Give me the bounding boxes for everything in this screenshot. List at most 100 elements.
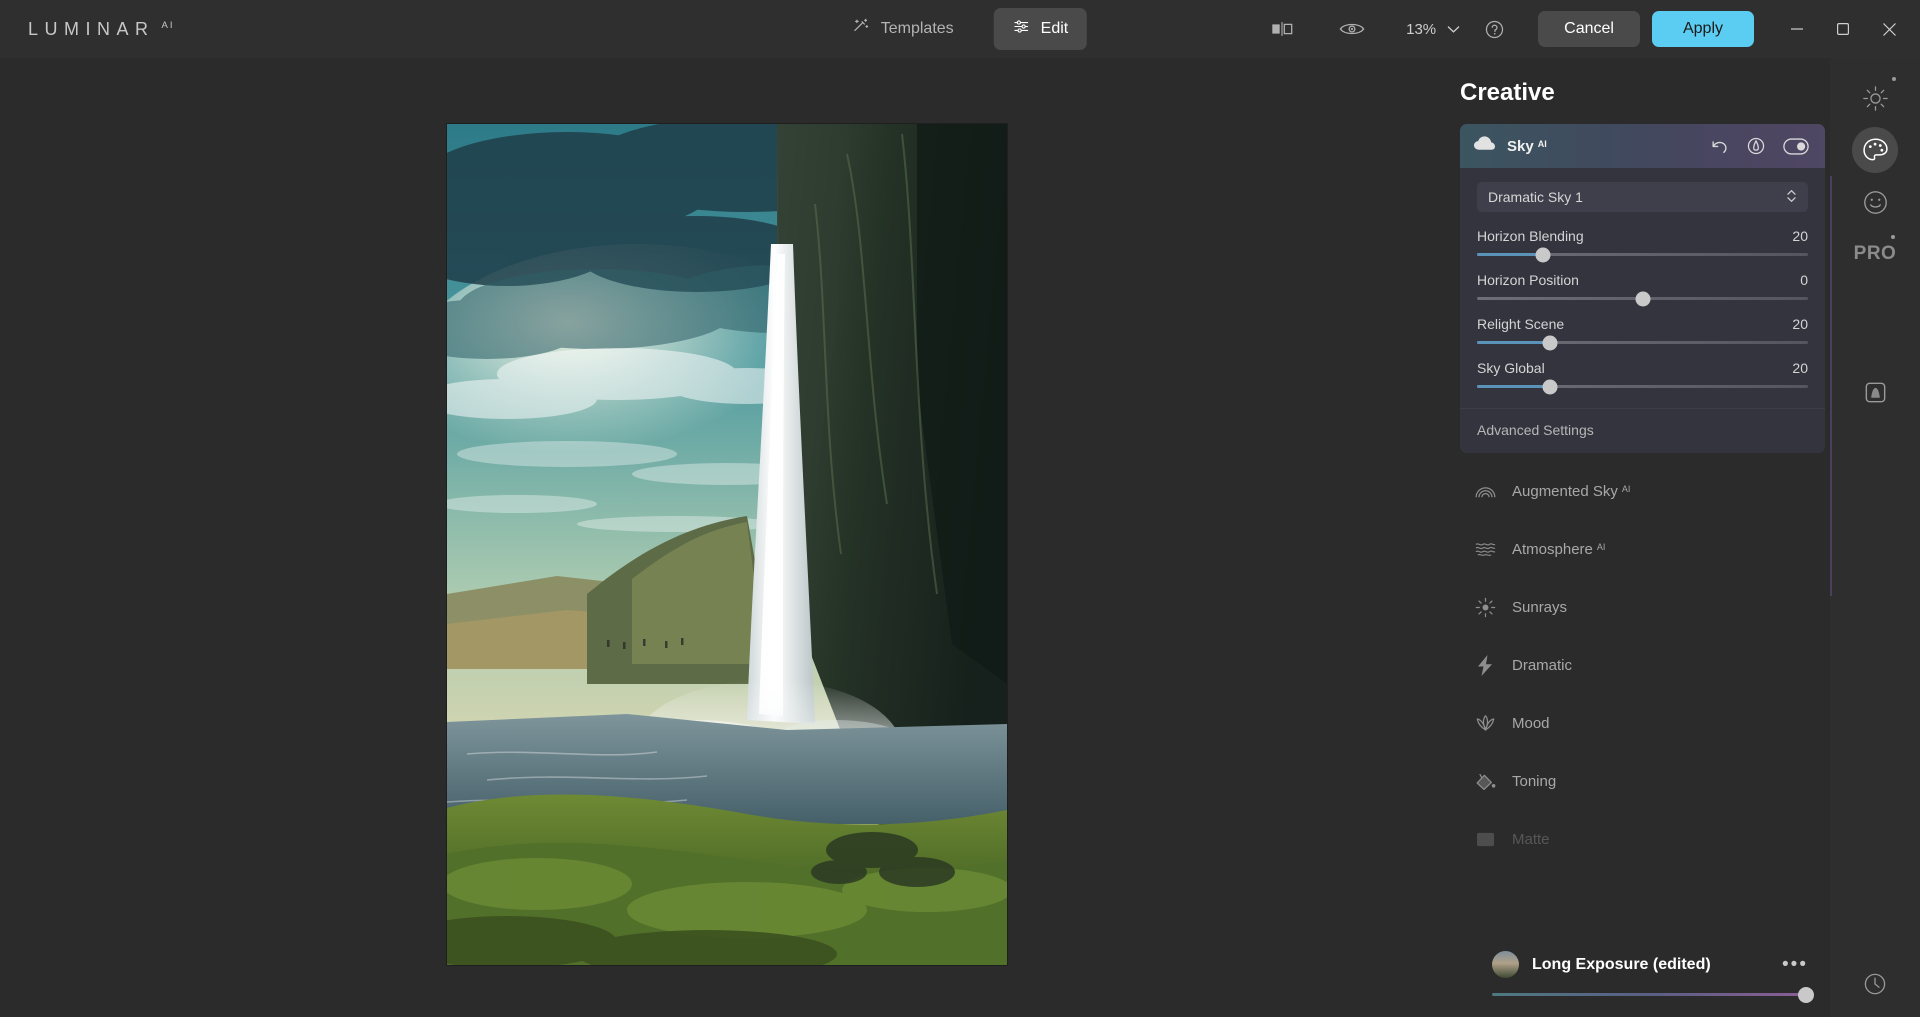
rail-slot-portrait bbox=[1830, 176, 1920, 228]
eye-icon[interactable] bbox=[1330, 7, 1374, 51]
apply-button[interactable]: Apply bbox=[1651, 11, 1754, 47]
rail-slot-creative bbox=[1830, 124, 1920, 176]
tool-item-sunrays-label: Sunrays bbox=[1512, 598, 1568, 616]
tool-item-matte-label: Matte bbox=[1512, 830, 1550, 848]
rail-item-essentials[interactable] bbox=[1852, 75, 1898, 121]
luminar-app-window: LUMINAR AI Templates Edit 13% Cancel App… bbox=[0, 0, 1920, 1017]
paint-bucket-icon bbox=[1474, 772, 1496, 791]
sky-selection-value: Dramatic Sky 1 bbox=[1488, 189, 1583, 205]
right-tool-rail: PRO bbox=[1830, 58, 1920, 1017]
slider-horizon-position-track[interactable] bbox=[1477, 291, 1808, 306]
sky-ai-tool-name: Sky AI bbox=[1507, 138, 1547, 155]
tool-item-atmosphere-label: Atmosphere AI bbox=[1512, 540, 1606, 558]
app-header: LUMINAR AI Templates Edit 13% Cancel App… bbox=[0, 0, 1920, 58]
slider-horizon-position-label: Horizon Position bbox=[1477, 272, 1579, 288]
header-tabs: Templates Edit bbox=[834, 8, 1087, 50]
slider-horizon-position: Horizon Position 0 bbox=[1477, 272, 1808, 306]
minimize-icon[interactable] bbox=[1774, 0, 1820, 58]
tool-item-augmented-sky[interactable]: Augmented Sky AI bbox=[1448, 462, 1830, 520]
close-icon[interactable] bbox=[1866, 0, 1912, 58]
sky-ai-label: Sky bbox=[1507, 137, 1534, 155]
slider-horizon-blending-thumb[interactable] bbox=[1535, 247, 1551, 262]
rail-slot-professional: PRO bbox=[1830, 228, 1920, 280]
cloud-icon bbox=[1474, 136, 1495, 156]
rail-item-professional[interactable]: PRO bbox=[1852, 231, 1898, 277]
more-dots-icon[interactable]: ••• bbox=[1782, 954, 1808, 976]
sky-ai-sup: AI bbox=[1537, 138, 1547, 149]
app-logo-text: LUMINAR bbox=[28, 18, 155, 39]
sky-ai-tool-card: Sky AI Dramatic Sky 1 Horizon Blending 2… bbox=[1460, 124, 1825, 453]
zoom-level-control[interactable]: 13% bbox=[1406, 21, 1460, 38]
slider-sky-global: Sky Global 20 bbox=[1477, 360, 1808, 394]
question-circle-icon[interactable] bbox=[1472, 7, 1516, 51]
slider-horizon-position-value: 0 bbox=[1800, 272, 1808, 288]
bottom-image-row: Long Exposure (edited) ••• bbox=[1472, 939, 1830, 978]
slider-sky-global-track[interactable] bbox=[1477, 379, 1808, 394]
pro-text-icon: PRO bbox=[1853, 243, 1897, 264]
cancel-button[interactable]: Cancel bbox=[1538, 11, 1640, 47]
creative-tool-list: Augmented Sky AI Atmosphere AI Sunrays D… bbox=[1448, 462, 1830, 868]
slider-sky-global-thumb[interactable] bbox=[1542, 379, 1558, 394]
sky-ai-tool-header[interactable]: Sky AI bbox=[1460, 124, 1825, 168]
tool-item-sunrays[interactable]: Sunrays bbox=[1448, 578, 1830, 636]
advanced-settings-button[interactable]: Advanced Settings bbox=[1460, 408, 1825, 453]
photo-preview[interactable] bbox=[447, 124, 1007, 965]
window-controls bbox=[1774, 0, 1920, 58]
slider-horizon-blending: Horizon Blending 20 bbox=[1477, 228, 1808, 262]
masking-icon[interactable] bbox=[1746, 136, 1766, 156]
sun-icon bbox=[1474, 597, 1496, 618]
reset-icon[interactable] bbox=[1709, 137, 1729, 155]
tab-templates[interactable]: Templates bbox=[834, 8, 972, 50]
tool-item-augmented-sky-label: Augmented Sky AI bbox=[1512, 482, 1631, 500]
rail-slot-layers bbox=[1830, 366, 1920, 418]
rail-item-layers[interactable] bbox=[1852, 369, 1898, 415]
tool-item-atmosphere[interactable]: Atmosphere AI bbox=[1448, 520, 1830, 578]
chevron-updown-icon bbox=[1786, 188, 1797, 206]
slider-relight-scene-track[interactable] bbox=[1477, 335, 1808, 350]
slider-relight-scene-value: 20 bbox=[1792, 316, 1808, 332]
rail-item-history[interactable] bbox=[1852, 961, 1898, 1007]
tool-item-matte[interactable]: Matte bbox=[1448, 810, 1830, 868]
sliders-icon bbox=[1012, 17, 1031, 41]
rail-item-portrait[interactable] bbox=[1852, 179, 1898, 225]
tool-item-mood[interactable]: Mood bbox=[1448, 694, 1830, 752]
tool-item-mood-label: Mood bbox=[1512, 714, 1550, 732]
image-strip-slider-thumb[interactable] bbox=[1798, 986, 1814, 1003]
rail-slot-essentials bbox=[1830, 72, 1920, 124]
professional-badge-dot bbox=[1891, 235, 1895, 239]
header-right-controls: 13% Cancel Apply bbox=[1260, 0, 1920, 58]
creative-panel: Creative Sky AI Dramatic Sky 1 Horizon B… bbox=[1448, 58, 1830, 1017]
sky-selection-dropdown[interactable]: Dramatic Sky 1 bbox=[1477, 182, 1808, 212]
visibility-toggle-icon[interactable] bbox=[1783, 137, 1809, 155]
image-strip-slider-track[interactable] bbox=[1492, 986, 1814, 1003]
bottom-image-bar: Long Exposure (edited) ••• bbox=[1472, 939, 1830, 1017]
lightning-icon bbox=[1474, 654, 1496, 676]
slider-horizon-position-thumb[interactable] bbox=[1635, 291, 1650, 306]
app-logo: LUMINAR AI bbox=[28, 19, 175, 40]
essentials-badge-dot bbox=[1892, 77, 1896, 81]
tool-item-dramatic-label: Dramatic bbox=[1512, 656, 1573, 674]
waves-icon bbox=[1474, 541, 1496, 557]
slider-horizon-blending-track[interactable] bbox=[1477, 247, 1808, 262]
slider-relight-scene-label: Relight Scene bbox=[1477, 316, 1565, 332]
sky-ai-tool-body: Dramatic Sky 1 Horizon Blending 20 Horiz… bbox=[1460, 168, 1825, 408]
compare-split-icon[interactable] bbox=[1260, 7, 1304, 51]
slider-relight-scene-thumb[interactable] bbox=[1542, 335, 1558, 350]
tool-item-toning-label: Toning bbox=[1512, 772, 1557, 790]
tool-item-toning[interactable]: Toning bbox=[1448, 752, 1830, 810]
slider-horizon-blending-label: Horizon Blending bbox=[1477, 228, 1584, 244]
app-logo-ai-sup: AI bbox=[161, 19, 175, 31]
tab-edit[interactable]: Edit bbox=[993, 8, 1087, 50]
zoom-level-value: 13% bbox=[1406, 20, 1437, 38]
sky-ai-actions bbox=[1709, 136, 1809, 156]
photo-thumbnail[interactable] bbox=[1492, 951, 1519, 978]
chevron-down-icon bbox=[1447, 21, 1460, 38]
rail-item-creative[interactable] bbox=[1852, 127, 1898, 173]
rainbow-icon bbox=[1474, 485, 1496, 498]
maximize-icon[interactable] bbox=[1820, 0, 1866, 58]
square-icon bbox=[1474, 831, 1496, 848]
rail-accent-line bbox=[1830, 176, 1832, 596]
lotus-icon bbox=[1474, 714, 1496, 732]
page-title: Creative bbox=[1460, 79, 1555, 106]
tool-item-dramatic[interactable]: Dramatic bbox=[1448, 636, 1830, 694]
